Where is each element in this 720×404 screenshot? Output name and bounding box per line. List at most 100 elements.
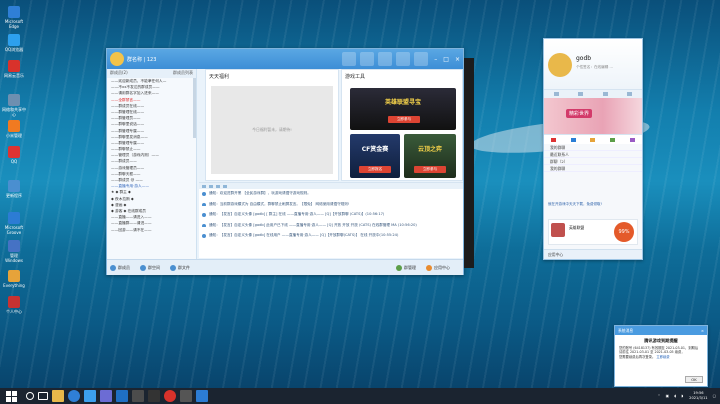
desktop-icon-label: QQ: [10, 159, 18, 164]
game-name: 云顶之弈: [417, 146, 442, 153]
group-titlebar[interactable]: 群名称 | 123 – □ ×: [107, 49, 463, 69]
desktop-icon-label: Microsoft Edge: [4, 19, 24, 29]
contacts-tab-icon[interactable]: [578, 92, 584, 96]
game-join-button[interactable]: 立即参与: [388, 116, 420, 123]
ok-button[interactable]: OK: [685, 376, 703, 383]
desktop-icon[interactable]: 网络和共享中心: [2, 94, 26, 117]
member-list-link[interactable]: 群成员列表: [173, 70, 193, 77]
image-icon[interactable]: [216, 184, 220, 188]
desktop-icon[interactable]: 小米管理: [2, 120, 26, 138]
task-view-icon[interactable]: [38, 392, 48, 400]
group-avatar[interactable]: [110, 52, 124, 66]
desktop-icon[interactable]: QQ: [2, 146, 26, 164]
renew-link[interactable]: 立即续费: [656, 355, 669, 359]
apps-center-label[interactable]: 应用中心: [548, 252, 563, 258]
desktop-icon-label: Microsoft Groove: [4, 225, 24, 235]
desktop-icon[interactable]: Microsoft Groove: [2, 212, 26, 235]
panel-group-item[interactable]: 最近联系人: [544, 151, 642, 158]
desktop-icon[interactable]: Everything: [2, 270, 26, 288]
panel-tabs: [544, 89, 642, 98]
message-tab-icon[interactable]: [553, 92, 559, 96]
bottom-item-space[interactable]: 群空间: [140, 264, 160, 271]
panel-group-list: 我的群聊 最近联系人 群聊（2） 我的群聊: [544, 144, 642, 172]
maximize-icon[interactable]: □: [443, 56, 449, 63]
ad-percent-badge: 99%: [614, 222, 634, 242]
app-tab-icon[interactable]: [396, 52, 411, 66]
clock[interactable]: 19:56 2021/3/11: [689, 391, 707, 401]
search-icon[interactable]: [26, 392, 34, 400]
app-icon[interactable]: [180, 390, 192, 402]
profile-signature[interactable]: 个性签名：在线编辑 ...: [576, 65, 636, 70]
games-title: 游戏工具: [345, 74, 366, 80]
close-icon[interactable]: ×: [701, 326, 704, 335]
bottom-item-apps[interactable]: 应用中心: [426, 264, 450, 271]
font-icon[interactable]: [209, 184, 213, 188]
desktop-app-icon: [8, 212, 20, 224]
background-window-edge: [464, 58, 474, 268]
app-icon[interactable]: [570, 137, 576, 142]
game-card-lol[interactable]: 英雄联盟寻宝 立即参与: [350, 88, 456, 130]
notification-line: 您需要续费后再次登录。: [619, 354, 656, 359]
notification-header: 系统消息 ×: [615, 326, 707, 335]
file-tab-icon[interactable]: [378, 52, 393, 66]
panel-group-item[interactable]: 我的群聊: [544, 165, 642, 172]
app-icon[interactable]: [132, 390, 144, 402]
panel-ad[interactable]: 英雄联盟 99%: [548, 219, 638, 245]
album-tab-icon[interactable]: [360, 52, 375, 66]
bottom-item-members[interactable]: 群成员: [110, 264, 130, 271]
tray-icons[interactable]: ⌃ ▣ ◖ ◗: [658, 394, 686, 398]
ad-game-icon: [551, 223, 565, 237]
qq-taskbar-icon[interactable]: [116, 390, 128, 402]
windows-start-icon[interactable]: [4, 389, 18, 403]
files-icon: [170, 264, 176, 271]
game-card-cf[interactable]: CF赏金赛 立即报名: [350, 134, 400, 178]
group-tab-icon[interactable]: [627, 92, 633, 96]
desktop-icon[interactable]: QQ浏览器: [2, 34, 26, 52]
desktop-icon-label: 更新程序: [6, 193, 22, 198]
member-row[interactable]: ——回游——请不在——: [107, 227, 196, 233]
member-scrollbar[interactable]: [193, 78, 196, 138]
panel-group-item[interactable]: 我的群聊: [544, 144, 642, 151]
desktop-icon[interactable]: 网易云音乐: [2, 60, 26, 78]
promo-banner[interactable]: 精彩世界: [544, 98, 642, 134]
desktop-icon[interactable]: Microsoft Edge: [2, 6, 26, 29]
emoji-icon[interactable]: [202, 184, 206, 188]
screenshot-icon[interactable]: [223, 184, 227, 188]
desktop-icon[interactable]: 个人中心: [2, 296, 26, 314]
edge-icon[interactable]: [68, 390, 80, 402]
space-tab-icon[interactable]: [602, 92, 608, 96]
app-icon[interactable]: [551, 137, 557, 142]
notification-center-icon[interactable]: ▢: [713, 394, 716, 398]
message-list: 通知：欢迎进群开黑 【全民游戏群】，玩游戏请遵守游戏规则。 通知：当前群游戏模式为…: [199, 189, 463, 244]
file-explorer-icon[interactable]: [52, 390, 64, 402]
music-icon[interactable]: [164, 390, 176, 402]
profile-avatar[interactable]: [548, 53, 572, 77]
game-card-tft[interactable]: 云顶之弈 立即参与: [404, 134, 456, 178]
app-icon[interactable]: [196, 390, 208, 402]
apps-icon: [426, 264, 432, 271]
app-icon[interactable]: [590, 137, 596, 142]
home-tab-icon[interactable]: [342, 52, 357, 66]
chat-message: 通知：【发言】自定义头像 [godb] 在线用户 ——直播专用·游人—— [Q]…: [199, 233, 463, 238]
announcement-panel: 天天福利 今日福利暂未，请期待!: [205, 69, 339, 181]
app-icon[interactable]: [610, 137, 616, 142]
profile-header: godb 个性签名：在线编辑 ...: [544, 39, 642, 89]
desktop-icon[interactable]: 更新程序: [2, 180, 26, 198]
app-icon[interactable]: [148, 390, 160, 402]
game-join-button[interactable]: 立即参与: [414, 166, 446, 173]
panel-news[interactable]: 就在开游戏中天天下载，免费领取!: [548, 202, 638, 207]
minimize-icon[interactable]: –: [434, 56, 437, 63]
desktop-icon[interactable]: 管理Windows: [2, 240, 26, 263]
app-icon[interactable]: [629, 137, 635, 142]
more-tab-icon[interactable]: [414, 52, 429, 66]
bottom-item-label: 群文件: [178, 264, 190, 270]
app-icon[interactable]: [100, 390, 112, 402]
bottom-item-files[interactable]: 群文件: [170, 264, 190, 271]
game-join-button[interactable]: 立即报名: [359, 166, 391, 173]
app-icon[interactable]: [84, 390, 96, 402]
bottom-item-admin[interactable]: 群管理: [396, 264, 416, 271]
close-icon[interactable]: ×: [455, 56, 460, 63]
system-tray: ⌃ ▣ ◖ ◗ 19:56 2021/3/11 ▢: [658, 389, 716, 403]
panel-group-item[interactable]: 群聊（2）: [544, 158, 642, 165]
desktop-app-icon: [8, 270, 20, 282]
